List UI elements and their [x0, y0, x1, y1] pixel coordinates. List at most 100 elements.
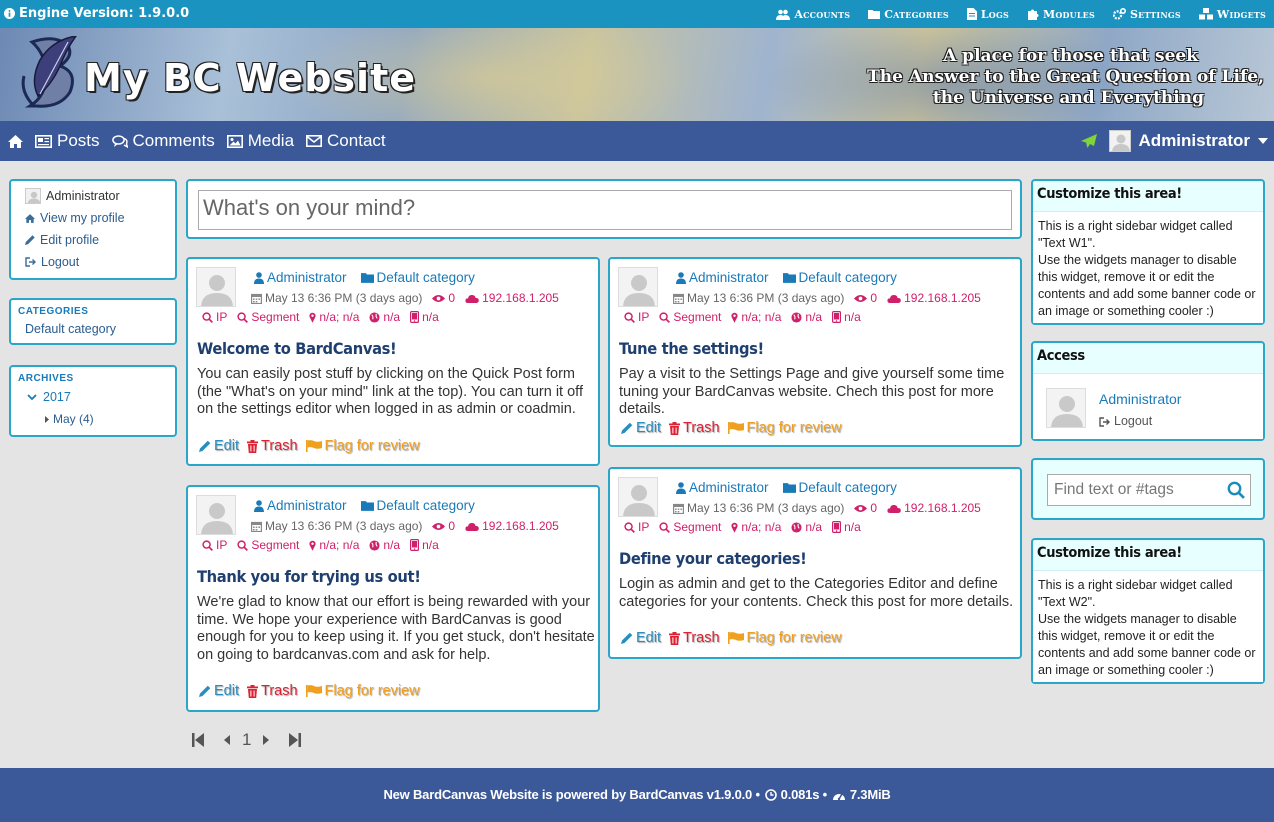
flag-button[interactable]: Flag for review [728, 420, 842, 436]
admin-menu-accounts[interactable]: Accounts [776, 8, 850, 21]
isp-text: n/a [805, 520, 823, 534]
nav-item-contact[interactable]: Contact [306, 131, 386, 151]
gears-icon [1112, 8, 1126, 20]
logout-link[interactable]: Logout [25, 255, 79, 269]
trash-icon [247, 685, 258, 698]
author-avatar[interactable] [196, 495, 236, 535]
paper-plane-icon[interactable] [1080, 133, 1097, 149]
author-avatar[interactable] [196, 267, 236, 307]
search-input[interactable]: Find text or #tags [1047, 474, 1251, 506]
post-author[interactable]: Administrator [676, 270, 769, 285]
archive-year[interactable]: 2017 [27, 390, 71, 404]
newspaper-icon [35, 134, 52, 148]
ip-search-link[interactable]: IP [202, 538, 227, 552]
post-comments-count[interactable]: 0 [432, 291, 455, 305]
segment-search-link[interactable]: Segment [237, 538, 299, 552]
flag-button[interactable]: Flag for review [306, 438, 420, 454]
post-category[interactable]: Default category [361, 498, 475, 513]
access-user-link[interactable]: Administrator [1099, 391, 1181, 408]
site-logo[interactable] [16, 36, 82, 112]
ip-search-link[interactable]: IP [202, 310, 227, 324]
post-ip[interactable]: 192.168.1.205 [887, 291, 981, 305]
isp-text: n/a [383, 310, 401, 324]
ip-search-link[interactable]: IP [624, 520, 649, 534]
edit-profile-link[interactable]: Edit profile [25, 233, 99, 247]
text-widget-w1: Customize this area! This is a right sid… [1031, 179, 1265, 325]
edit-label: Edit [214, 683, 239, 699]
ip-search-link[interactable]: IP [624, 310, 649, 324]
admin-menu-settings[interactable]: Settings [1112, 8, 1181, 21]
nav-item-media[interactable]: Media [226, 131, 294, 151]
trash-button[interactable]: Trash [247, 438, 298, 454]
site-header: My BC Website A place for those that see… [0, 28, 1274, 121]
post-ip[interactable]: 192.168.1.205 [465, 291, 559, 305]
post-title[interactable]: Define your categories! [619, 549, 807, 568]
post-author[interactable]: Administrator [676, 480, 769, 495]
search-placeholder: Find text or #tags [1054, 481, 1174, 498]
post-ip[interactable]: 192.168.1.205 [887, 501, 981, 515]
flag-button[interactable]: Flag for review [728, 630, 842, 646]
edit-button[interactable]: Edit [199, 438, 239, 454]
pencil-icon [621, 632, 633, 644]
post-category[interactable]: Default category [783, 480, 897, 495]
last-page-icon[interactable] [289, 733, 302, 747]
access-body: Administrator Logout [1033, 373, 1263, 439]
user-widget-name[interactable]: Administrator [25, 188, 120, 204]
post-title[interactable]: Tune the settings! [619, 339, 764, 358]
eye-icon [432, 294, 445, 303]
site-title[interactable]: My BC Website [84, 56, 416, 100]
post-title[interactable]: Thank you for trying us out! [197, 567, 421, 586]
admin-menu-logs[interactable]: Logs [966, 8, 1009, 21]
trash-button[interactable]: Trash [669, 420, 720, 436]
link-label: Logout [41, 255, 80, 269]
archive-month[interactable]: May (4) [45, 412, 94, 426]
post-title[interactable]: Welcome to BardCanvas! [197, 339, 397, 358]
category-link[interactable]: Default category [25, 322, 116, 336]
post-category[interactable]: Default category [361, 270, 475, 285]
post-comments-count[interactable]: 0 [854, 501, 877, 515]
author-avatar[interactable] [618, 477, 658, 517]
edit-button[interactable]: Edit [621, 420, 661, 436]
first-page-icon[interactable] [192, 733, 204, 747]
access-logout-link[interactable]: Logout [1099, 413, 1152, 430]
post-comments-count[interactable]: 0 [432, 519, 455, 533]
previous-page-icon[interactable] [224, 735, 230, 745]
nav-item-label: Comments [132, 131, 215, 150]
quick-post-input[interactable]: What's on your mind? [198, 190, 1012, 230]
admin-menu-label: Widgets [1216, 7, 1266, 21]
post-author[interactable]: Administrator [254, 498, 347, 513]
nav-item-comments[interactable]: Comments [111, 131, 215, 151]
edit-button[interactable]: Edit [621, 630, 661, 646]
device-text: n/a [422, 310, 439, 324]
view-profile-link[interactable]: View my profile [25, 211, 125, 225]
cloud-icon [887, 504, 901, 513]
trash-button[interactable]: Trash [247, 683, 298, 699]
home-link[interactable] [8, 134, 23, 148]
segment-search-link[interactable]: Segment [659, 310, 721, 324]
post-comments-count[interactable]: 0 [854, 291, 877, 305]
admin-menu-widgets[interactable]: Widgets [1198, 7, 1266, 21]
admin-menu-modules[interactable]: Modules [1027, 8, 1095, 21]
user-icon [676, 482, 686, 494]
next-page-icon[interactable] [263, 735, 270, 745]
post-category[interactable]: Default category [783, 270, 897, 285]
post-body: You can easily post stuff by clicking on… [197, 366, 583, 417]
nav-item-posts[interactable]: Posts [35, 131, 100, 151]
author-avatar[interactable] [618, 267, 658, 307]
admin-menu-categories[interactable]: Categories [868, 8, 949, 21]
segment-search-link[interactable]: Segment [237, 310, 299, 324]
location-text: n/a; n/a [741, 310, 782, 324]
post-ip[interactable]: 192.168.1.205 [465, 519, 559, 533]
trash-button[interactable]: Trash [669, 630, 720, 646]
current-page[interactable]: 1 [242, 730, 251, 750]
device-text: n/a [844, 520, 861, 534]
avatar[interactable] [1046, 388, 1086, 428]
tablet-icon [832, 311, 841, 323]
edit-button[interactable]: Edit [199, 683, 239, 699]
ip-label: IP [216, 310, 228, 324]
post-author[interactable]: Administrator [254, 270, 347, 285]
search-icon[interactable] [1227, 481, 1245, 499]
user-menu[interactable]: Administrator [1080, 121, 1268, 161]
flag-button[interactable]: Flag for review [306, 683, 420, 699]
segment-search-link[interactable]: Segment [659, 520, 721, 534]
